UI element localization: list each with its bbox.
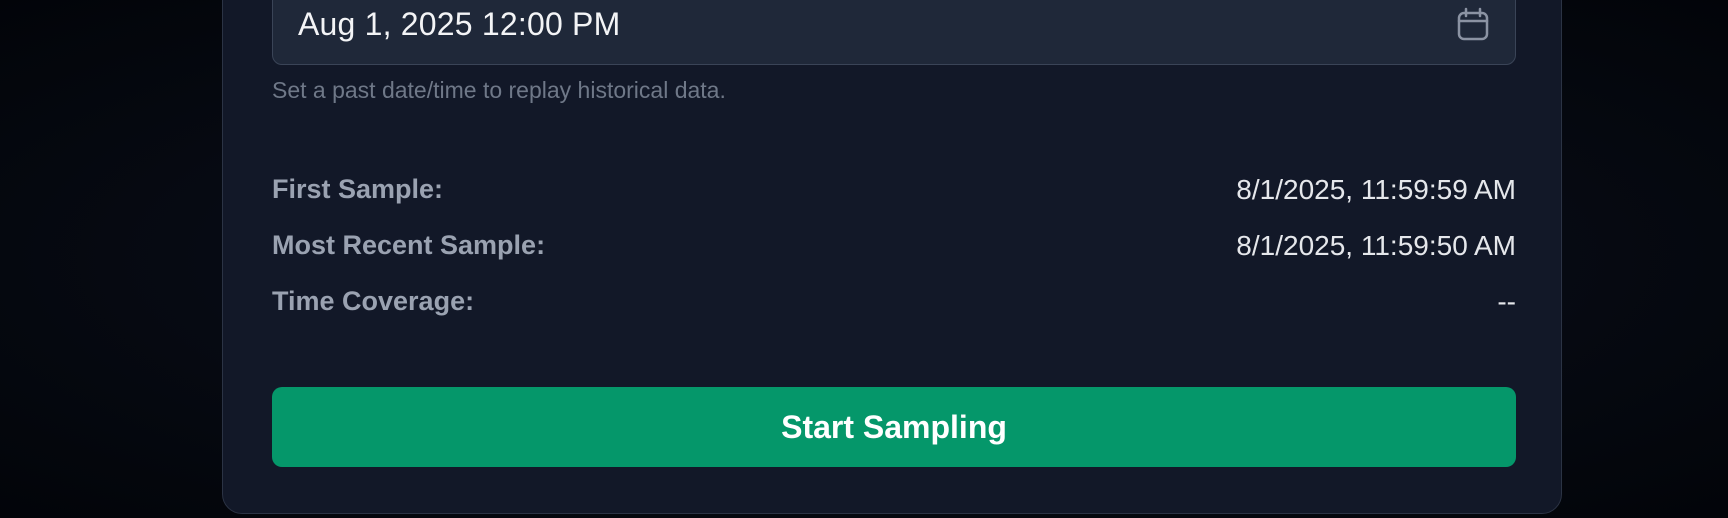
first-sample-row: First Sample: 8/1/2025, 11:59:59 AM <box>272 174 1516 210</box>
most-recent-sample-label: Most Recent Sample: <box>272 230 546 260</box>
calendar-icon[interactable] <box>1455 7 1491 43</box>
sampling-card: Aug 1, 2025 12:00 PM Set a past date/tim… <box>222 0 1562 514</box>
time-coverage-label: Time Coverage: <box>272 286 475 316</box>
start-sampling-button[interactable]: Start Sampling <box>272 387 1516 467</box>
most-recent-sample-value: 8/1/2025, 11:59:50 AM <box>1236 230 1516 261</box>
datetime-helper-text: Set a past date/time to replay historica… <box>272 77 726 103</box>
datetime-picker[interactable]: Aug 1, 2025 12:00 PM <box>272 0 1516 65</box>
time-coverage-value: -- <box>1497 286 1516 317</box>
time-coverage-row: Time Coverage: -- <box>272 286 1516 322</box>
datetime-value[interactable]: Aug 1, 2025 12:00 PM <box>298 8 620 40</box>
first-sample-value: 8/1/2025, 11:59:59 AM <box>1236 174 1516 205</box>
first-sample-label: First Sample: <box>272 174 444 204</box>
most-recent-sample-row: Most Recent Sample: 8/1/2025, 11:59:50 A… <box>272 230 1516 266</box>
